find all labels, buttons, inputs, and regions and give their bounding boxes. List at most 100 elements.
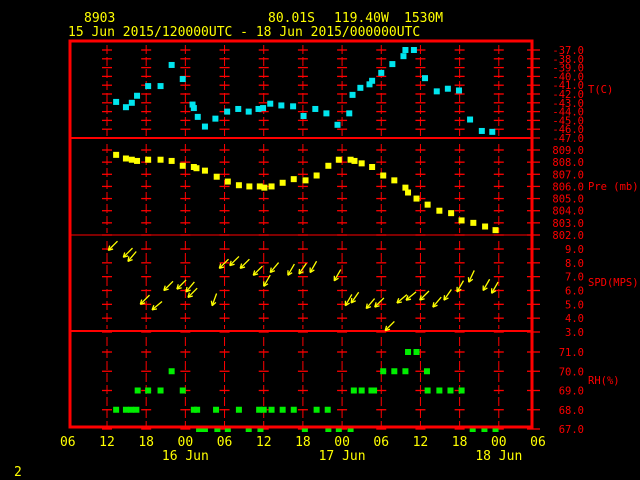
pressure-point (201, 167, 208, 174)
temperature-point (334, 121, 341, 128)
wind-arrow (151, 301, 163, 311)
rh-point (133, 406, 140, 413)
x-tick-label: 06 (373, 435, 389, 450)
temperature-point (190, 105, 197, 112)
temperature-point (201, 123, 208, 130)
x-tick-label: 12 (256, 435, 272, 450)
pressure-point (380, 172, 387, 179)
pressure-point (302, 177, 309, 184)
pressure-point (351, 157, 358, 164)
wind-tick-label: 3.0 (565, 327, 584, 339)
temperature-point (134, 92, 141, 99)
rh-point (402, 368, 409, 375)
rh-point (179, 387, 186, 394)
wind-arrow (107, 240, 118, 252)
pressure-point (145, 156, 152, 163)
pressure-point (279, 179, 286, 186)
pressure-point (358, 160, 365, 167)
rh-point (260, 406, 267, 413)
temperature-point (402, 47, 409, 53)
wind-arrow-head (443, 295, 446, 301)
rh-point (358, 387, 365, 394)
temperature-point (235, 105, 242, 112)
pressure-point (179, 162, 186, 169)
wind-arrow (333, 269, 342, 282)
wind-arrow (490, 281, 499, 294)
wind-axis-label: SPD(MPS) (588, 277, 639, 289)
temperature-point (369, 77, 376, 84)
date-label: 17 Jun (319, 449, 366, 464)
meteogram-chart: 8903 80.01S 119.40W 1530M 15 Jun 2015/12… (14, 11, 639, 480)
station-id: 8903 (84, 11, 115, 26)
x-tick-label: 12 (413, 435, 429, 450)
temperature-point (323, 110, 330, 117)
rh-tick-label: 71.0 (559, 347, 584, 359)
pressure-point (391, 177, 398, 184)
date-label: 16 Jun (162, 449, 209, 464)
wind-tick-label: 5.0 (565, 299, 584, 311)
temperature-point (278, 102, 285, 109)
x-tick-label: 00 (334, 435, 350, 450)
temperature-point (113, 98, 120, 105)
pressure-point (224, 178, 231, 185)
pressure-tick-label: 808.0 (552, 157, 584, 169)
rh-point (134, 387, 141, 394)
temperature-point (422, 75, 429, 82)
rh-point (290, 406, 297, 413)
pressure-point (436, 207, 443, 214)
x-tick-label: 18 (138, 435, 154, 450)
rh-point (380, 368, 387, 375)
temperature-point (489, 128, 496, 135)
page-number: 2 (14, 465, 22, 480)
temperature-point (400, 53, 407, 60)
temperature-point (467, 116, 474, 123)
pressure-point (261, 184, 268, 191)
wind-arrow (176, 279, 187, 290)
pressure-tick-label: 805.0 (552, 194, 584, 206)
wind-tick-label: 8.0 (565, 258, 584, 270)
pressure-point (470, 219, 477, 226)
temperature-point (433, 88, 440, 95)
wind-arrow (482, 278, 491, 292)
rh-point (268, 406, 275, 413)
rh-point (423, 368, 430, 375)
wind-arrow (350, 291, 360, 304)
rh-point (113, 406, 120, 413)
temperature-point (157, 83, 164, 90)
elevation: 1530M (404, 11, 443, 26)
rh-point (157, 387, 164, 394)
pressure-point (313, 172, 320, 179)
temperature-point (444, 85, 451, 92)
wind-tick-label: 7.0 (565, 272, 584, 284)
pressure-tick-label: 807.0 (552, 169, 584, 181)
temperature-point (290, 103, 297, 110)
wind-arrow (374, 297, 385, 308)
pressure-point (290, 176, 297, 183)
x-tick-label: 06 (530, 435, 546, 450)
pressure-point (492, 227, 499, 234)
wind-arrow (122, 247, 133, 258)
pressure-point (369, 164, 376, 170)
pressure-point (424, 201, 431, 208)
pressure-point (482, 223, 489, 230)
wind-arrow (432, 296, 442, 308)
longitude: 119.40W (334, 11, 389, 26)
pressure-tick-label: 802.0 (552, 230, 584, 242)
rh-point (168, 368, 175, 375)
pressure-point (168, 157, 175, 164)
temperature-tick-label: -47.0 (552, 133, 584, 145)
pressure-point (157, 156, 164, 163)
wind-arrow (185, 281, 195, 293)
rh-point (391, 368, 398, 375)
pressure-tick-label: 803.0 (552, 218, 584, 230)
pressure-tick-label: 809.0 (552, 145, 584, 157)
rh-tick-label: 69.0 (559, 386, 584, 398)
pressure-point (405, 189, 412, 196)
wind-arrow (443, 289, 452, 301)
x-tick-label: 12 (99, 435, 115, 450)
temperature-point (410, 47, 417, 53)
wind-arrow (467, 270, 475, 283)
x-tick-label: 06 (217, 435, 233, 450)
wind-arrow (298, 262, 307, 275)
wind-arrow (309, 260, 318, 274)
